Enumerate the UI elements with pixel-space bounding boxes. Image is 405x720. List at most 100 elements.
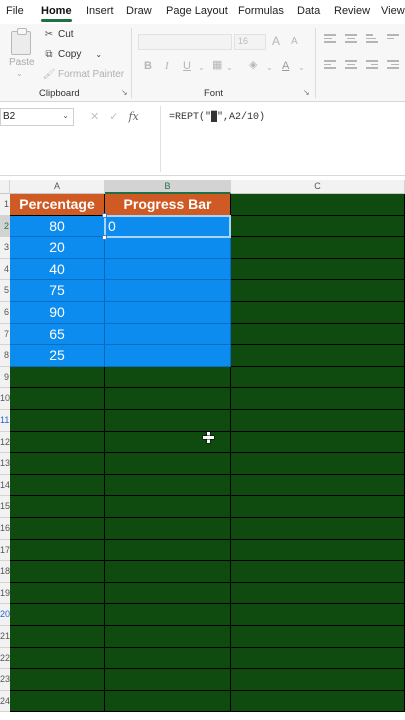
- row-header[interactable]: 19: [0, 582, 10, 605]
- tab-draw[interactable]: Draw: [126, 5, 152, 17]
- row-header[interactable]: 3: [0, 237, 10, 259]
- table-cell[interactable]: [10, 604, 105, 626]
- progress-bar-cell[interactable]: [105, 302, 231, 324]
- tab-home[interactable]: Home: [41, 5, 72, 22]
- table-cell[interactable]: [10, 669, 105, 691]
- percentage-cell[interactable]: 90: [10, 302, 105, 324]
- table-cell[interactable]: [105, 410, 231, 432]
- tab-review[interactable]: Review: [334, 5, 370, 17]
- indent-icon[interactable]: [387, 60, 399, 69]
- paste-button[interactable]: Paste: [9, 57, 35, 68]
- column-header-c[interactable]: C: [231, 180, 405, 194]
- table-cell[interactable]: [10, 431, 105, 454]
- copy-button[interactable]: ⧉ Copy ⌄: [42, 49, 102, 60]
- paste-dropdown-icon[interactable]: ⌄: [16, 69, 23, 78]
- progress-bar-cell[interactable]: [105, 323, 231, 346]
- row-header[interactable]: 23: [0, 669, 10, 691]
- table-cell[interactable]: [10, 366, 105, 389]
- font-name-box[interactable]: [138, 34, 232, 50]
- column-header-b[interactable]: B: [105, 180, 231, 194]
- table-cell[interactable]: [231, 604, 405, 626]
- tab-data[interactable]: Data: [297, 5, 320, 17]
- table-cell[interactable]: [105, 561, 231, 583]
- table-cell[interactable]: [231, 194, 405, 216]
- tab-insert[interactable]: Insert: [86, 5, 114, 17]
- table-cell[interactable]: [231, 410, 405, 432]
- row-header[interactable]: 12: [0, 431, 10, 454]
- row-header[interactable]: 4: [0, 258, 10, 281]
- table-cell[interactable]: [231, 690, 405, 713]
- tab-formulas[interactable]: Formulas: [238, 5, 284, 17]
- table-cell[interactable]: [105, 582, 231, 605]
- table-cell[interactable]: [10, 453, 105, 475]
- table-cell[interactable]: [10, 518, 105, 540]
- italic-button[interactable]: I: [165, 60, 169, 72]
- align-center-icon[interactable]: [345, 60, 357, 69]
- tab-page-layout[interactable]: Page Layout: [166, 5, 228, 17]
- wrap-text-icon[interactable]: [387, 34, 399, 43]
- row-header[interactable]: 7: [0, 323, 10, 346]
- row-header[interactable]: 22: [0, 647, 10, 670]
- borders-icon[interactable]: ▦: [212, 58, 222, 71]
- row-header[interactable]: 13: [0, 453, 10, 475]
- table-cell[interactable]: [231, 366, 405, 389]
- row-header[interactable]: 17: [0, 539, 10, 562]
- table-cell[interactable]: [231, 431, 405, 454]
- select-all-corner[interactable]: [0, 180, 10, 194]
- row-header[interactable]: 21: [0, 626, 10, 648]
- table-cell[interactable]: [105, 388, 231, 410]
- tab-view[interactable]: View: [381, 5, 405, 17]
- row-header[interactable]: 5: [0, 280, 10, 302]
- table-cell[interactable]: [10, 410, 105, 432]
- column-header-a[interactable]: A: [10, 180, 105, 194]
- row-header[interactable]: 24: [0, 690, 10, 713]
- table-cell[interactable]: [231, 582, 405, 605]
- table-cell[interactable]: [231, 474, 405, 497]
- table-cell[interactable]: [231, 539, 405, 562]
- table-cell[interactable]: [231, 388, 405, 410]
- name-box[interactable]: B2 ⌄: [0, 108, 74, 126]
- clipboard-launcher-icon[interactable]: ↘: [121, 88, 128, 97]
- table-cell[interactable]: [10, 474, 105, 497]
- fill-color-dropdown-icon[interactable]: ⌄: [266, 63, 273, 72]
- cancel-icon[interactable]: ✕: [90, 111, 99, 123]
- header-cell-percentage[interactable]: Percentage: [10, 194, 105, 216]
- table-cell[interactable]: [231, 302, 405, 324]
- table-cell[interactable]: [105, 647, 231, 670]
- percentage-cell[interactable]: 65: [10, 323, 105, 346]
- table-cell[interactable]: [105, 690, 231, 713]
- table-cell[interactable]: [105, 539, 231, 562]
- progress-bar-cell[interactable]: [105, 237, 231, 259]
- row-header[interactable]: 8: [0, 345, 10, 367]
- progress-bar-cell[interactable]: 0: [105, 215, 231, 238]
- underline-button[interactable]: U: [183, 60, 191, 72]
- progress-bar-cell[interactable]: [105, 280, 231, 302]
- table-cell[interactable]: [10, 647, 105, 670]
- table-cell[interactable]: [105, 518, 231, 540]
- bold-button[interactable]: B: [144, 60, 152, 72]
- table-cell[interactable]: [231, 453, 405, 475]
- row-header[interactable]: 9: [0, 366, 10, 389]
- header-cell-progress-bar[interactable]: Progress Bar: [105, 194, 231, 216]
- tab-file[interactable]: File: [6, 5, 24, 17]
- percentage-cell[interactable]: 25: [10, 345, 105, 367]
- percentage-cell[interactable]: 40: [10, 258, 105, 281]
- orientation-icon[interactable]: [366, 34, 378, 43]
- table-cell[interactable]: [231, 561, 405, 583]
- table-cell[interactable]: [231, 323, 405, 346]
- row-header[interactable]: 16: [0, 518, 10, 540]
- paste-icon[interactable]: [11, 28, 31, 55]
- underline-dropdown-icon[interactable]: ⌄: [198, 63, 205, 72]
- table-cell[interactable]: [231, 237, 405, 259]
- copy-dropdown-icon[interactable]: ⌄: [95, 50, 102, 59]
- progress-bar-cell[interactable]: [105, 258, 231, 281]
- row-header[interactable]: 20: [0, 604, 10, 626]
- chevron-down-icon[interactable]: ⌄: [62, 111, 69, 120]
- table-cell[interactable]: [231, 345, 405, 367]
- font-color-dropdown-icon[interactable]: ⌄: [298, 63, 305, 72]
- shrink-font-button[interactable]: A: [291, 36, 298, 47]
- table-cell[interactable]: [105, 496, 231, 518]
- align-left-icon[interactable]: [324, 60, 336, 69]
- table-cell[interactable]: [105, 626, 231, 648]
- align-middle-icon[interactable]: [345, 34, 357, 43]
